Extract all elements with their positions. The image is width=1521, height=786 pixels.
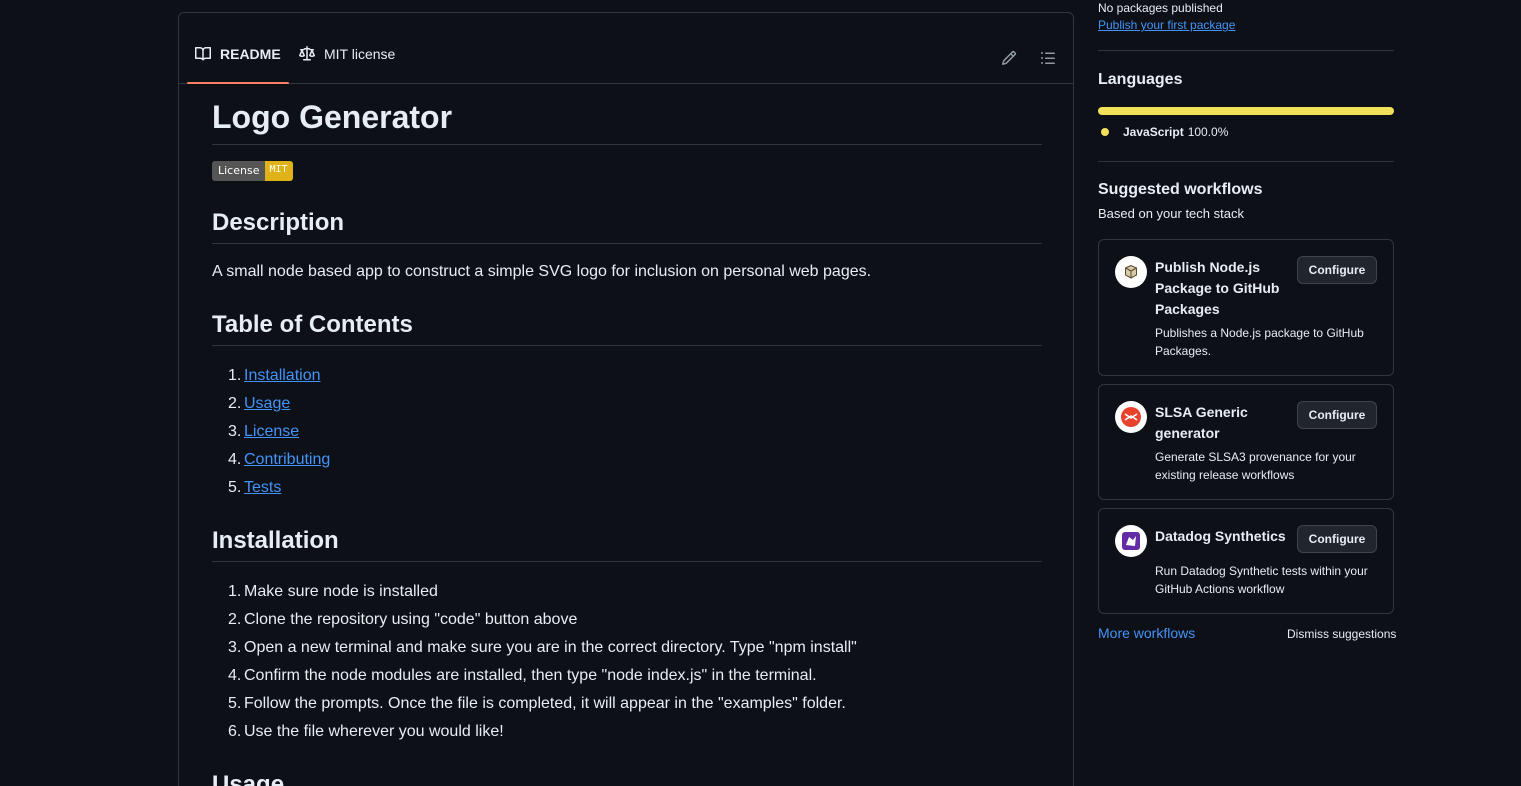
workflow-title: Publish Node.js Package to GitHub Packag… bbox=[1155, 259, 1280, 317]
installation-list: 1. Make sure node is installed 2. Clone th… bbox=[228, 578, 1042, 746]
pencil-icon bbox=[1001, 50, 1017, 71]
law-icon bbox=[299, 46, 317, 64]
edit-readme-button[interactable] bbox=[997, 50, 1021, 70]
workflow-title: Datadog Synthetics bbox=[1155, 528, 1286, 544]
list-item: 3. Open a new terminal and make sure you … bbox=[228, 639, 857, 656]
toc-heading: Table of Contents bbox=[212, 310, 1042, 346]
tab-readme[interactable]: README bbox=[187, 46, 289, 84]
toc-link-contributing[interactable]: Contributing bbox=[244, 451, 330, 468]
configure-button[interactable]: Configure bbox=[1297, 256, 1377, 284]
packages-section: No packages published Publish your first… bbox=[1098, 0, 1394, 34]
datadog-icon bbox=[1115, 525, 1147, 557]
description-text: A small node based app to construct a si… bbox=[212, 263, 872, 280]
readme-title: Logo Generator bbox=[212, 97, 1042, 145]
list-item: 6. Use the file wherever you would like! bbox=[228, 723, 504, 740]
workflow-card-slsa: SLSA Generic generator Generate SLSA3 pr… bbox=[1098, 384, 1394, 500]
languages-heading: Languages bbox=[1098, 71, 1183, 88]
toc-link-license[interactable]: License bbox=[244, 423, 299, 440]
configure-button[interactable]: Configure bbox=[1297, 525, 1377, 553]
tab-readme-label: README bbox=[220, 46, 281, 62]
workflow-description: Run Datadog Synthetic tests within your … bbox=[1155, 564, 1368, 596]
list-unordered-icon bbox=[1040, 50, 1056, 71]
tab-active-underline bbox=[187, 82, 289, 84]
usage-heading: Usage bbox=[212, 770, 1042, 786]
list-item: 4. Confirm the node modules are installed… bbox=[228, 667, 817, 684]
publish-package-link[interactable]: Publish your first package bbox=[1098, 16, 1394, 34]
workflow-description: Generate SLSA3 provenance for your exist… bbox=[1155, 450, 1356, 482]
list-item: 5. Follow the prompts. Once the file is c… bbox=[228, 695, 846, 712]
slsa-icon bbox=[1115, 401, 1147, 433]
readme-box: README MIT license Logo Generator Licens… bbox=[178, 12, 1074, 786]
package-icon bbox=[1115, 256, 1147, 288]
tab-license-label: MIT license bbox=[324, 46, 396, 62]
packages-status: No packages published bbox=[1098, 1, 1223, 15]
badge-value: MIT bbox=[265, 161, 293, 181]
workflow-title: SLSA Generic generator bbox=[1155, 404, 1248, 441]
workflow-card-nodejs: Publish Node.js Package to GitHub Packag… bbox=[1098, 239, 1394, 376]
toc-link-tests[interactable]: Tests bbox=[244, 479, 281, 496]
readme-markdown: Logo Generator License MIT Description A… bbox=[212, 97, 1042, 786]
readme-tabs: README MIT license bbox=[179, 13, 1073, 84]
book-icon bbox=[195, 46, 213, 64]
list-item: 5. Tests bbox=[228, 479, 282, 496]
list-item: 4. Contributing bbox=[228, 451, 331, 468]
language-percent: 100.0% bbox=[1187, 125, 1229, 139]
installation-heading: Installation bbox=[212, 526, 1042, 562]
license-badge[interactable]: License MIT bbox=[212, 161, 293, 181]
workflow-card-datadog: Datadog Synthetics Run Datadog Synthetic… bbox=[1098, 508, 1394, 614]
badge-label: License bbox=[212, 161, 266, 181]
list-item: 1. Make sure node is installed bbox=[228, 583, 438, 600]
dismiss-suggestions-button[interactable]: Dismiss suggestions bbox=[1287, 627, 1396, 641]
list-item: 1. Installation bbox=[228, 367, 321, 384]
divider bbox=[1098, 50, 1394, 51]
toc-list: 1. Installation 2. Usage 3. License 4. Contr… bbox=[228, 362, 1042, 502]
list-item: 3. License bbox=[228, 423, 300, 440]
language-bar bbox=[1098, 107, 1394, 115]
toc-link-usage[interactable]: Usage bbox=[244, 395, 290, 412]
javascript-dot bbox=[1101, 128, 1109, 136]
toc-link-installation[interactable]: Installation bbox=[244, 367, 321, 384]
description-heading: Description bbox=[212, 208, 1042, 244]
tab-license[interactable]: MIT license bbox=[291, 46, 403, 84]
list-item: 2. Clone the repository using "code" butt… bbox=[228, 611, 578, 628]
more-workflows-link[interactable]: More workflows bbox=[1098, 625, 1195, 641]
configure-button[interactable]: Configure bbox=[1297, 401, 1377, 429]
workflows-heading: Suggested workflows bbox=[1098, 181, 1263, 198]
workflow-description: Publishes a Node.js package to GitHub Pa… bbox=[1155, 326, 1364, 358]
outline-button[interactable] bbox=[1036, 50, 1060, 70]
divider bbox=[1098, 161, 1394, 162]
list-item: 2. Usage bbox=[228, 395, 291, 412]
language-item[interactable]: JavaScript 100.0% bbox=[1101, 125, 1228, 139]
language-name: JavaScript bbox=[1123, 125, 1184, 139]
workflows-subheading: Based on your tech stack bbox=[1098, 206, 1244, 221]
